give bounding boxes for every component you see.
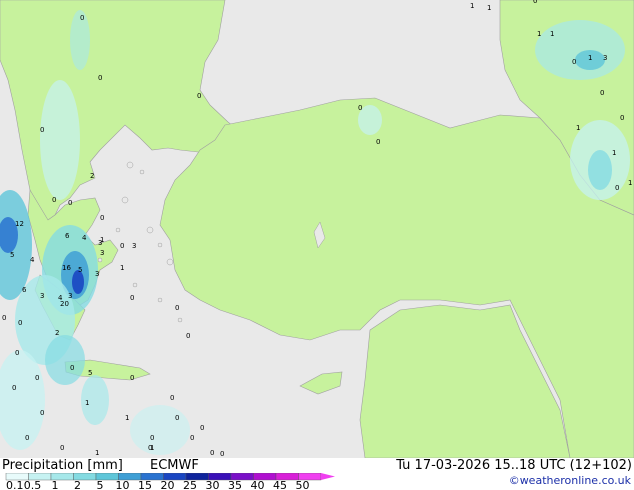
point-value: 0	[130, 294, 134, 302]
point-value: 0	[35, 374, 39, 382]
point-value: 5	[88, 369, 92, 377]
point-value: 3	[603, 54, 607, 62]
legend-label: 40	[251, 479, 265, 490]
legend-labels: 0.1 0.5 1 2 5 10 15 20 25 30 35 40 45 50	[6, 479, 310, 490]
point-value: 0	[40, 409, 44, 417]
point-value: 3	[95, 270, 99, 278]
point-value: 0	[25, 434, 29, 442]
legend-label: 30	[206, 479, 220, 490]
point-value: 4	[82, 234, 87, 242]
point-value: 0	[197, 92, 201, 100]
point-value: 5	[10, 251, 14, 259]
point-value: 0	[12, 384, 16, 392]
point-value: 1	[487, 4, 491, 12]
legend-label: 35	[228, 479, 242, 490]
point-value: 1	[537, 30, 541, 38]
point-value: 0	[80, 14, 84, 22]
point-value: 0	[200, 424, 204, 432]
legend-label: 1	[52, 479, 59, 490]
point-value: 1	[588, 54, 592, 62]
point-value: 16	[62, 264, 71, 272]
legend-label: 20	[161, 479, 175, 490]
point-value: 1	[550, 30, 554, 38]
point-value: 0	[2, 314, 6, 322]
point-value: 1	[612, 149, 616, 157]
point-value: 20	[60, 300, 69, 308]
point-value: 0	[98, 74, 102, 82]
point-value: 0	[175, 304, 179, 312]
point-value: 0	[186, 332, 190, 340]
point-value: 6	[65, 232, 70, 240]
point-value: 1	[150, 444, 154, 452]
legend-label: 0.5	[24, 479, 42, 490]
point-value: 0	[376, 138, 380, 146]
point-value: 1	[628, 179, 632, 187]
point-value: 1	[576, 124, 580, 132]
point-value: 3	[98, 239, 102, 247]
point-value: 2	[90, 172, 94, 180]
point-value: 0	[70, 364, 74, 372]
point-value: 0	[358, 104, 362, 112]
map-title: Precipitation [mm]	[2, 458, 123, 473]
legend-label: 10	[116, 479, 130, 490]
point-value: 0	[15, 349, 19, 357]
precip-legend: 0.1 0.5 1 2 5 10 15 20 25 30 35 40 45 50	[5, 473, 335, 490]
point-value: 0	[220, 450, 224, 458]
point-value: 0	[190, 434, 194, 442]
point-value: 0	[130, 374, 134, 382]
legend-label: 5	[97, 479, 104, 490]
point-value: 3	[40, 292, 44, 300]
point-value: 1	[125, 414, 129, 422]
legend-label: 15	[138, 479, 152, 490]
point-value: 4	[30, 256, 35, 264]
legend-arrow	[321, 473, 335, 480]
precipitation-map: 11 13001101100000 01254213 0 36 416 5 363 4 32000…	[0, 0, 634, 458]
point-value: 0	[615, 184, 619, 192]
point-value: 0	[100, 214, 104, 222]
legend-label: 45	[273, 479, 287, 490]
legend-label: 50	[296, 479, 310, 490]
point-value: 0	[170, 394, 174, 402]
legend-label: 2	[74, 479, 81, 490]
point-value: 5	[78, 266, 82, 274]
point-value: 1	[85, 399, 89, 407]
point-value: 1	[470, 2, 474, 10]
point-value: 6	[22, 286, 27, 294]
point-value: 1	[120, 264, 124, 272]
point-value: 0	[572, 58, 576, 66]
legend-label: 0.1	[6, 479, 24, 490]
valid-time: Tu 17-03-2026 15..18 UTC (12+102)	[396, 458, 632, 473]
point-value: 0	[210, 449, 214, 457]
point-value: 0	[40, 126, 44, 134]
point-value: 3	[100, 249, 104, 257]
point-value: 0	[68, 199, 72, 207]
point-value: 0	[52, 196, 56, 204]
point-value: 3	[132, 242, 136, 250]
legend-label: 25	[183, 479, 197, 490]
point-value: 12	[15, 220, 24, 228]
point-value: 0	[175, 414, 179, 422]
point-value: 2	[55, 329, 59, 337]
weather-map: 1 1 1 3 0 0 1 1 0 1 1 0 0 0 0 0 0 12 5 4 2 1 3 0 3 6 4 16 5 3 6 3 4 3 20 0 0…	[0, 0, 634, 490]
point-value: 1	[95, 449, 99, 457]
point-value: 0	[620, 114, 624, 122]
point-value: 0	[18, 319, 22, 327]
point-value: 0	[533, 0, 537, 5]
point-value: 0	[150, 434, 154, 442]
point-value: 0	[600, 89, 604, 97]
point-value: 0	[60, 444, 64, 452]
point-value: 0	[120, 242, 124, 250]
point-value: 3	[68, 292, 72, 300]
model-name: ECMWF	[150, 458, 199, 473]
